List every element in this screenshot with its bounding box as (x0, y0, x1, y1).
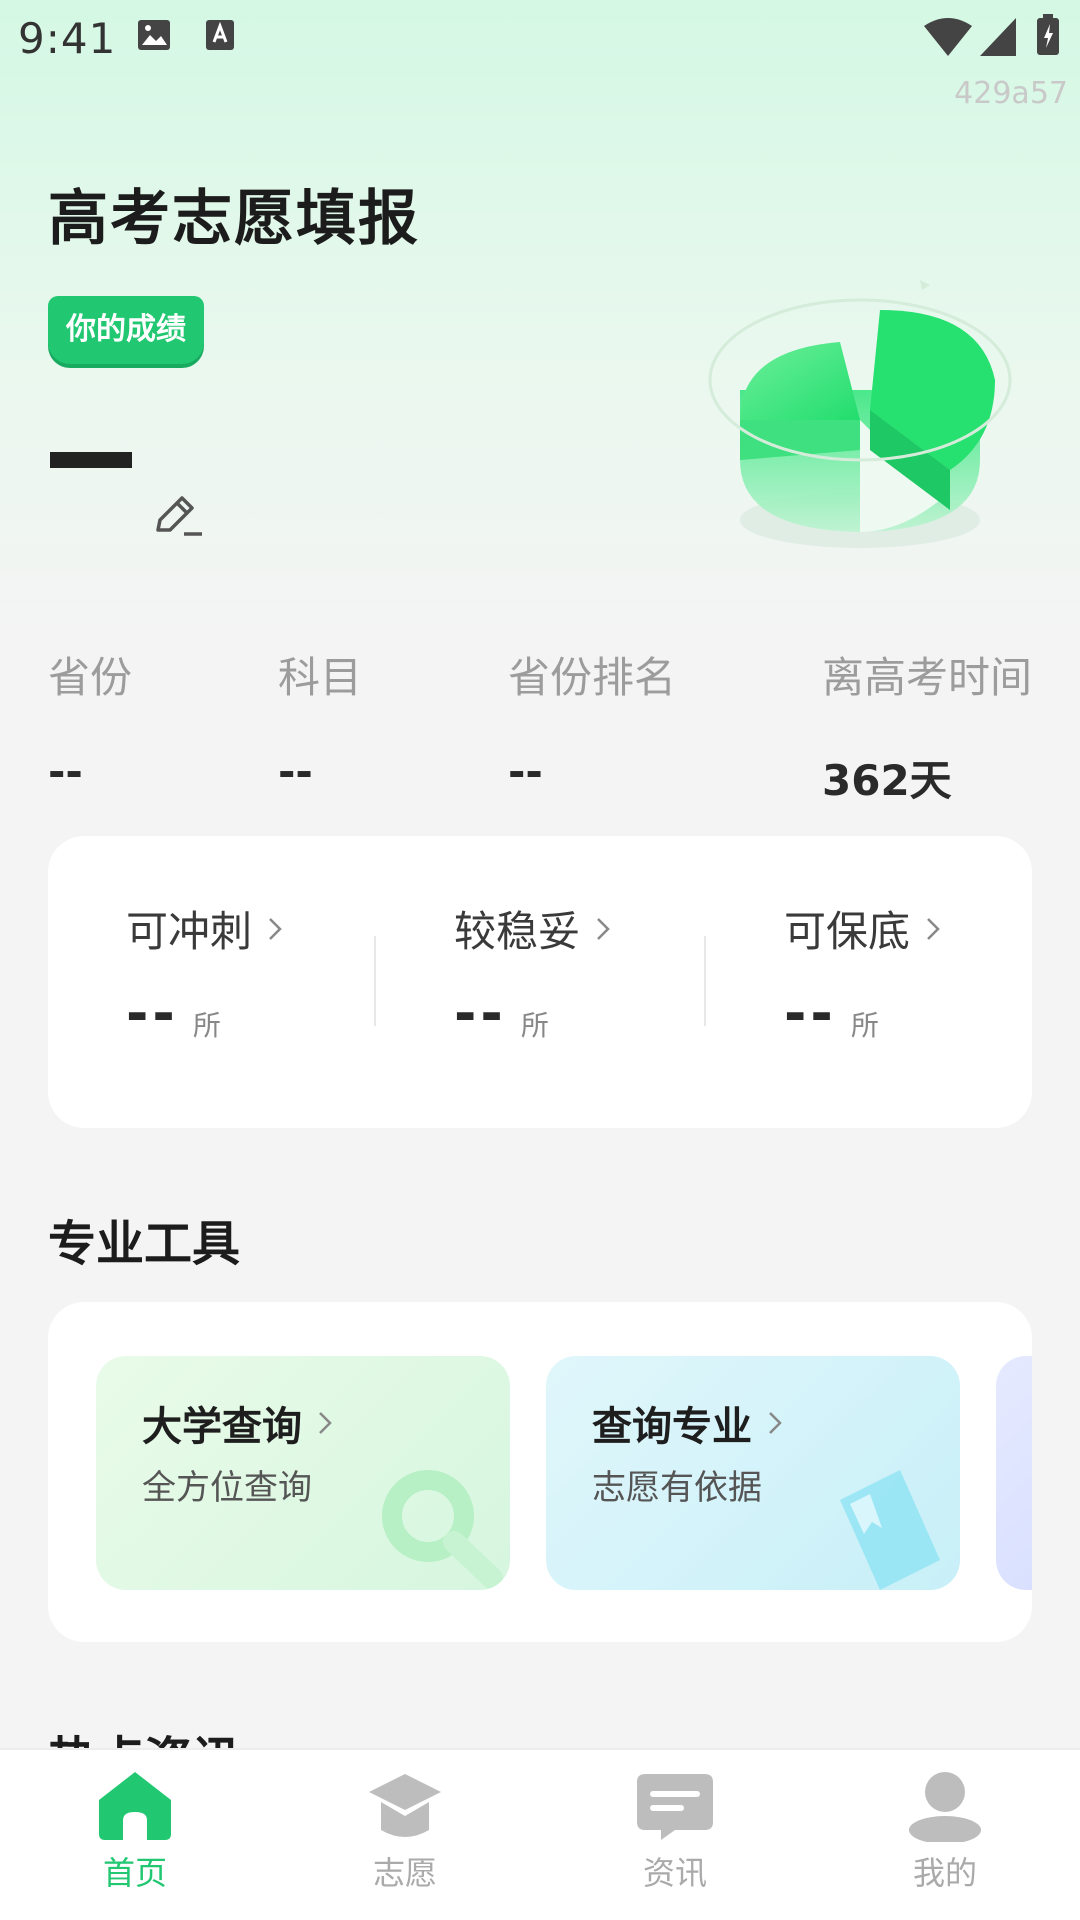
stat-label: 离高考时间 (822, 653, 1033, 702)
bottom-nav: 首页 志愿 资讯 我的 (0, 1748, 1080, 1920)
stat-label: 省份 (48, 653, 133, 702)
nav-volunteer[interactable]: 志愿 (305, 1770, 505, 1894)
nav-label: 资讯 (642, 1854, 707, 1892)
tool-title: 查询专业 (592, 1404, 752, 1450)
gallery-notification-icon (136, 18, 172, 56)
chevron-right-icon (769, 1412, 782, 1434)
tool-subtitle: 全方位查询 (142, 1468, 312, 1508)
nav-mine[interactable]: 我的 (845, 1770, 1045, 1894)
status-bar: 9:41 (0, 0, 1080, 76)
status-time: 9:41 (18, 14, 117, 63)
chevron-right-icon (927, 917, 940, 940)
pie-chart-illustration (700, 270, 1020, 564)
wifi-icon (924, 18, 972, 60)
tools-card: 大学查询 全方位查询 查询专业 志愿有依据 (48, 1302, 1032, 1642)
tools-section-title: 专业工具 (48, 1216, 241, 1272)
recommend-count: -- (126, 982, 179, 1045)
chevron-right-icon (597, 917, 610, 940)
chevron-right-icon (269, 917, 282, 940)
tool-subtitle: 志愿有依据 (592, 1468, 762, 1508)
recommend-count: -- (784, 982, 837, 1045)
tool-more[interactable] (996, 1356, 1032, 1590)
cellular-signal-icon (980, 18, 1016, 60)
chevron-right-icon (319, 1412, 332, 1434)
battery-icon (1036, 14, 1060, 60)
home-icon (99, 1772, 171, 1840)
nav-home[interactable]: 首页 (35, 1770, 235, 1894)
score-badge: 你的成绩 (48, 296, 204, 364)
stat-province[interactable]: 省份 -- (48, 644, 132, 796)
recommend-label: 可冲刺 (126, 907, 253, 956)
recommendation-card: 可冲刺 -- 所 较稳妥 -- 所 可保底 -- 所 (48, 836, 1032, 1128)
page-title: 高考志愿填报 (48, 184, 420, 254)
nav-label: 志愿 (372, 1854, 437, 1892)
nav-label: 首页 (102, 1854, 167, 1892)
stat-value: -- (508, 747, 543, 796)
build-tag: 429a57 (954, 76, 1068, 111)
magnifier-icon (382, 1470, 503, 1589)
person-icon (909, 1772, 981, 1842)
divider (704, 936, 706, 1026)
stat-label: 省份排名 (508, 653, 677, 702)
pencil-icon[interactable] (152, 494, 204, 542)
recommend-label: 可保底 (784, 907, 911, 956)
recommend-unit: 所 (850, 1009, 879, 1042)
nav-label: 我的 (912, 1854, 977, 1892)
score-value-placeholder (50, 452, 132, 468)
stat-subject[interactable]: 科目 -- (278, 644, 362, 796)
recommend-count: -- (454, 982, 507, 1045)
stat-value: -- (48, 747, 83, 796)
stat-countdown: 离高考时间 362天 (822, 644, 1032, 808)
graduation-cap-icon (369, 1774, 441, 1837)
nav-news[interactable]: 资讯 (575, 1770, 775, 1894)
recommend-unit: 所 (192, 1009, 221, 1042)
keyboard-notification-icon (204, 18, 236, 56)
recommend-stable[interactable]: 较稳妥 -- 所 (454, 898, 610, 1041)
stat-province-rank[interactable]: 省份排名 -- (508, 644, 676, 796)
recommend-reach[interactable]: 可冲刺 -- 所 (126, 898, 282, 1041)
recommend-unit: 所 (520, 1009, 549, 1042)
recommend-label: 较稳妥 (454, 907, 581, 956)
recommend-safe[interactable]: 可保底 -- 所 (784, 898, 940, 1041)
tool-university-search[interactable]: 大学查询 全方位查询 (96, 1356, 510, 1590)
stat-value: -- (278, 747, 313, 796)
message-icon (637, 1774, 713, 1840)
stat-value: 362天 (822, 756, 952, 805)
divider (374, 936, 376, 1026)
book-icon (840, 1470, 940, 1590)
tool-major-search[interactable]: 查询专业 志愿有依据 (546, 1356, 960, 1590)
tool-title: 大学查询 (142, 1404, 302, 1450)
stat-label: 科目 (278, 653, 363, 702)
